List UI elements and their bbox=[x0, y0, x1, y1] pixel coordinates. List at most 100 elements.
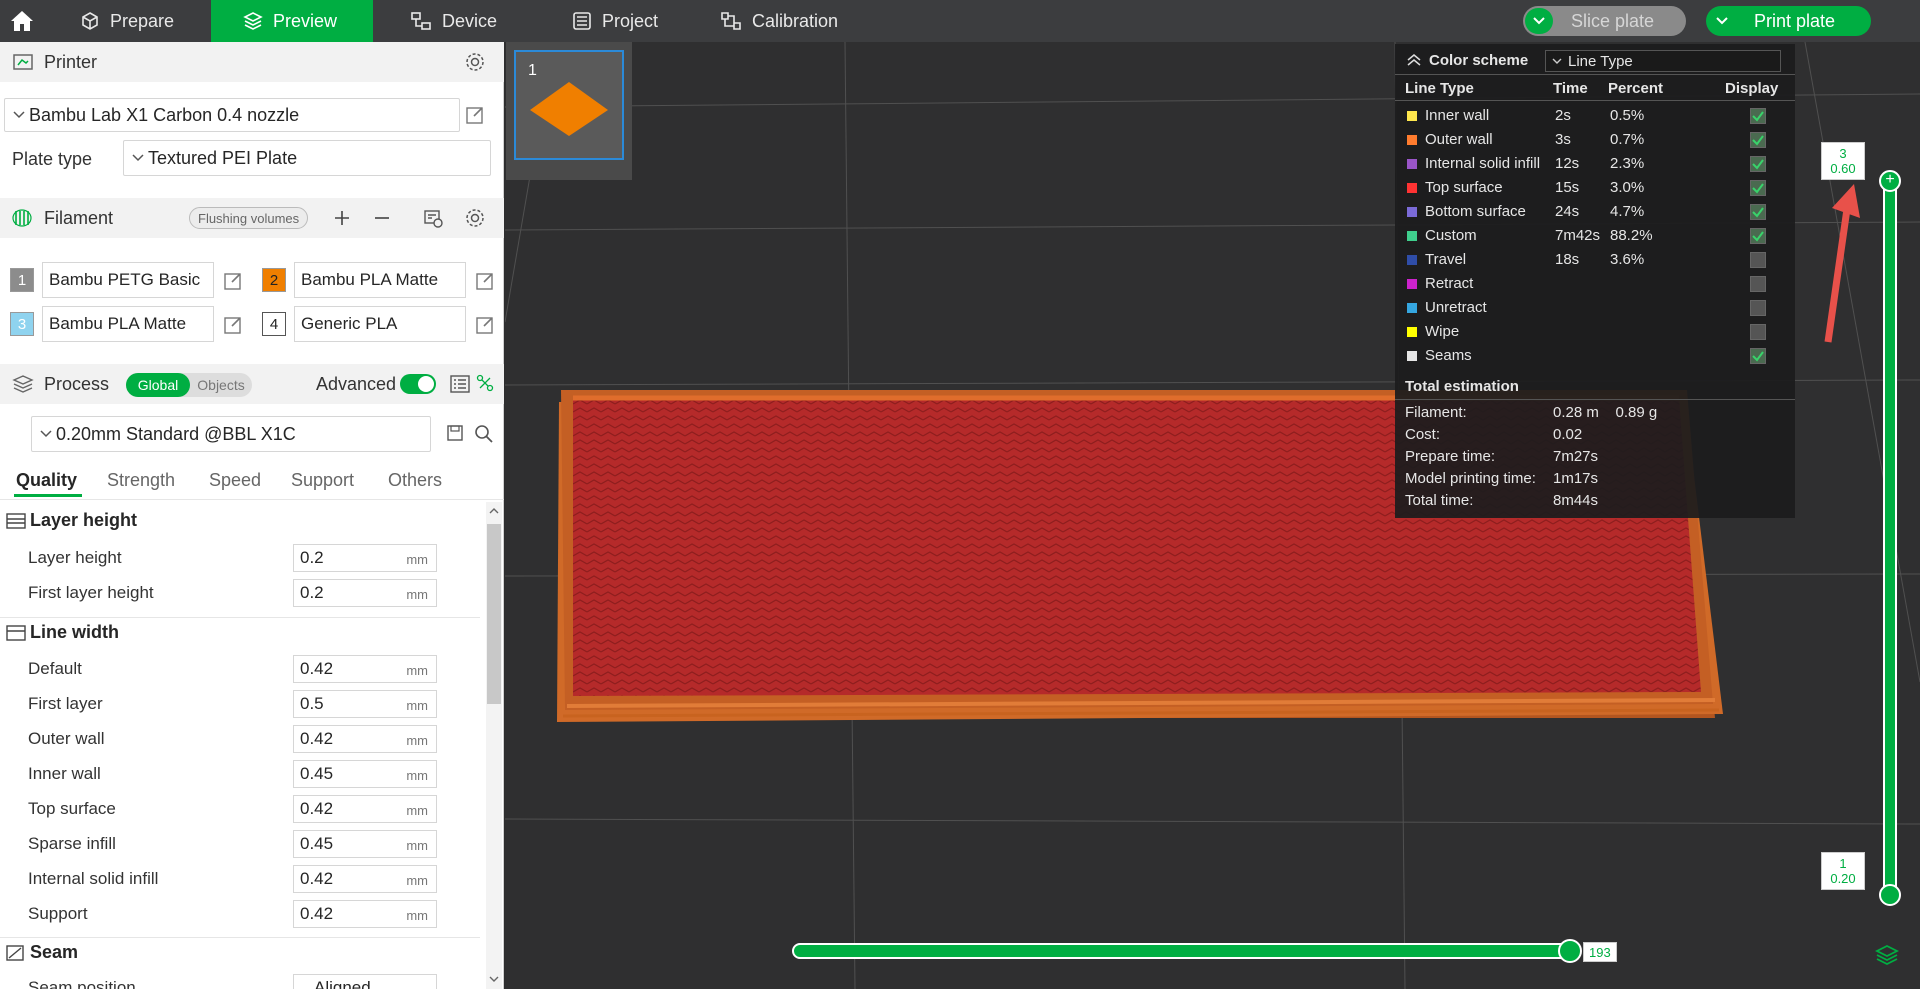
objects-option[interactable]: Objects bbox=[192, 373, 250, 397]
tab-prepare[interactable]: Prepare bbox=[80, 0, 210, 42]
scrollbar[interactable] bbox=[486, 502, 502, 989]
plate-type-label: Plate type bbox=[12, 149, 93, 169]
estimation-label: Filament: bbox=[1405, 404, 1467, 421]
param-row: Support 0.42 mm bbox=[0, 900, 480, 930]
process-preset-select[interactable]: 0.20mm Standard @BBL X1C bbox=[31, 416, 431, 452]
filament-name[interactable]: Bambu PLA Matte bbox=[294, 262, 466, 298]
filament-section-header: Filament Flushing volumes bbox=[0, 198, 504, 238]
tab-calibration[interactable]: Calibration bbox=[720, 0, 880, 42]
display-checkbox[interactable] bbox=[1750, 300, 1766, 316]
edit-icon[interactable] bbox=[474, 314, 496, 336]
legend-swatch bbox=[1407, 135, 1417, 145]
layer-slider-bottom-handle[interactable] bbox=[1879, 884, 1901, 906]
param-input[interactable]: 0.42 mm bbox=[293, 900, 437, 928]
filament-name[interactable]: Bambu PETG Basic bbox=[42, 262, 214, 298]
color-scheme-select[interactable]: Line Type bbox=[1545, 50, 1781, 72]
search-icon[interactable] bbox=[474, 424, 493, 443]
move-slider-handle[interactable] bbox=[1558, 939, 1582, 963]
compare-icon[interactable] bbox=[476, 374, 494, 392]
process-title: Process bbox=[44, 373, 110, 394]
display-checkbox[interactable] bbox=[1750, 276, 1766, 292]
gear-icon[interactable] bbox=[464, 51, 486, 73]
estimation-value: 1m17s bbox=[1553, 470, 1599, 487]
estimation-label: Cost: bbox=[1405, 426, 1441, 443]
global-objects-toggle[interactable]: Global Objects bbox=[126, 373, 252, 397]
tab-device[interactable]: Device bbox=[410, 0, 540, 42]
tab-strength[interactable]: Strength bbox=[107, 470, 175, 491]
layer-slider-top-handle[interactable]: + bbox=[1879, 170, 1901, 192]
param-input[interactable]: 0.42 mm bbox=[293, 655, 437, 683]
param-row: Sparse infill 0.45 mm bbox=[0, 830, 480, 860]
home-icon[interactable] bbox=[0, 0, 44, 42]
tab-preview[interactable]: Preview bbox=[211, 0, 373, 42]
legend-swatch bbox=[1407, 255, 1417, 265]
display-checkbox[interactable] bbox=[1750, 252, 1766, 268]
param-row: Top surface 0.42 mm bbox=[0, 795, 480, 825]
param-label: Outer wall bbox=[28, 729, 105, 748]
param-input[interactable]: 0.45 mm bbox=[293, 760, 437, 788]
param-input[interactable]: 0.2 mm bbox=[293, 579, 437, 607]
legend-row: Retract bbox=[1395, 272, 1795, 296]
flushing-volumes-button[interactable]: Flushing volumes bbox=[189, 207, 309, 229]
display-checkbox[interactable] bbox=[1750, 228, 1766, 244]
filament-name[interactable]: Generic PLA bbox=[294, 306, 466, 342]
edit-icon[interactable] bbox=[222, 314, 244, 336]
param-input[interactable]: 0.45 mm bbox=[293, 830, 437, 858]
param-input[interactable]: 0.42 mm bbox=[293, 865, 437, 893]
chevron-down-icon[interactable] bbox=[1708, 8, 1736, 34]
display-checkbox[interactable] bbox=[1750, 156, 1766, 172]
filament-slot-number[interactable]: 1 bbox=[10, 268, 34, 292]
move-slider-track[interactable] bbox=[792, 943, 1572, 959]
top-layer-height: 0.60 bbox=[1830, 161, 1856, 176]
printer-select[interactable]: Bambu Lab X1 Carbon 0.4 nozzle bbox=[4, 98, 460, 132]
display-checkbox[interactable] bbox=[1750, 108, 1766, 124]
legend-percent: 0.5% bbox=[1610, 107, 1645, 124]
plate-thumbnail[interactable]: 1 bbox=[514, 50, 624, 160]
edit-icon[interactable] bbox=[474, 270, 496, 292]
chevrons-up-icon[interactable] bbox=[1407, 54, 1421, 66]
layer-slider-track[interactable] bbox=[1883, 180, 1897, 896]
plate-type-select[interactable]: Textured PEI Plate bbox=[123, 140, 491, 176]
filament-slot-number[interactable]: 3 bbox=[10, 312, 34, 336]
tab-project[interactable]: Project bbox=[572, 0, 702, 42]
scrollbar-thumb[interactable] bbox=[487, 524, 501, 704]
global-option[interactable]: Global bbox=[126, 373, 190, 397]
divider bbox=[1395, 74, 1795, 75]
sync-filament-icon[interactable] bbox=[422, 207, 444, 229]
display-checkbox[interactable] bbox=[1750, 204, 1766, 220]
param-input[interactable]: 0.2 mm bbox=[293, 544, 437, 572]
chevron-down-icon[interactable] bbox=[489, 976, 499, 983]
print-plate-button[interactable]: Print plate bbox=[1706, 6, 1871, 36]
edit-icon[interactable] bbox=[222, 270, 244, 292]
param-value: 0.42 bbox=[300, 659, 334, 678]
minus-icon[interactable] bbox=[374, 210, 390, 226]
tab-others[interactable]: Others bbox=[388, 470, 442, 491]
legend-row: Travel 18s 3.6% bbox=[1395, 248, 1795, 272]
param-input[interactable]: 0.5 mm bbox=[293, 690, 437, 718]
edit-icon[interactable] bbox=[464, 104, 486, 126]
layers-icon[interactable] bbox=[1875, 944, 1899, 966]
legend-header-line-type: Line Type bbox=[1405, 80, 1474, 97]
param-input[interactable]: 0.42 mm bbox=[293, 795, 437, 823]
param-input[interactable]: 0.42 mm bbox=[293, 725, 437, 753]
gear-icon[interactable] bbox=[464, 207, 486, 229]
filament-slot-number[interactable]: 2 bbox=[262, 268, 286, 292]
filament-name[interactable]: Bambu PLA Matte bbox=[42, 306, 214, 342]
advanced-toggle[interactable] bbox=[400, 374, 436, 394]
chevron-down-icon[interactable] bbox=[1525, 8, 1553, 34]
tab-quality[interactable]: Quality bbox=[16, 470, 77, 491]
display-checkbox[interactable] bbox=[1750, 132, 1766, 148]
tab-speed[interactable]: Speed bbox=[209, 470, 261, 491]
tab-support[interactable]: Support bbox=[291, 470, 354, 491]
save-icon[interactable] bbox=[446, 424, 464, 442]
display-checkbox[interactable] bbox=[1750, 348, 1766, 364]
display-checkbox[interactable] bbox=[1750, 324, 1766, 340]
filament-slot-number[interactable]: 4 bbox=[262, 312, 286, 336]
seam-position-select[interactable]: Aligned bbox=[293, 974, 437, 989]
plus-icon[interactable] bbox=[334, 210, 350, 226]
slice-plate-button[interactable]: Slice plate bbox=[1523, 6, 1686, 36]
display-checkbox[interactable] bbox=[1750, 180, 1766, 196]
plate-thumbnail-model bbox=[530, 82, 608, 136]
chevron-up-icon[interactable] bbox=[489, 507, 499, 514]
list-icon[interactable] bbox=[450, 374, 470, 394]
